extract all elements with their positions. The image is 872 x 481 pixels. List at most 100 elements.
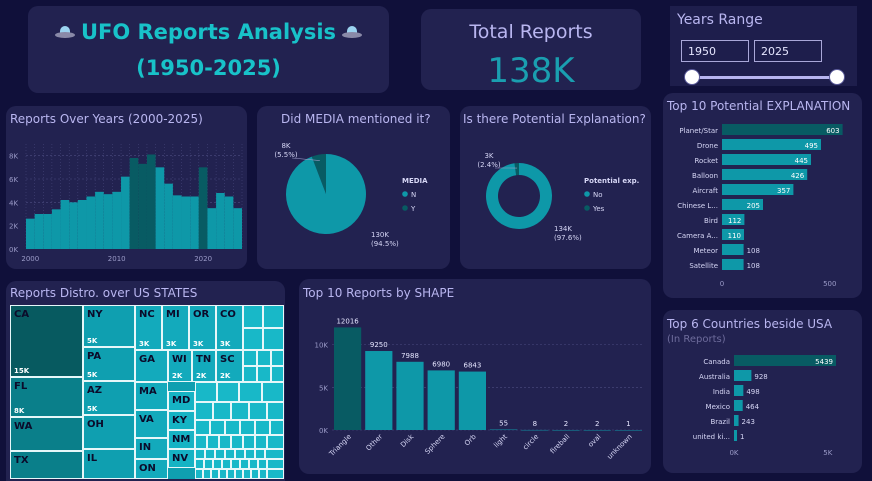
treemap-cell-small[interactable] bbox=[267, 459, 284, 469]
treemap-cell-small[interactable] bbox=[265, 449, 284, 459]
treemap-cell-small[interactable] bbox=[195, 435, 207, 449]
treemap-cell-small[interactable] bbox=[240, 420, 255, 435]
treemap-cell-small[interactable] bbox=[255, 449, 265, 459]
treemap-cell-md[interactable]: MD bbox=[168, 391, 195, 411]
treemap-cell-small[interactable] bbox=[210, 420, 225, 435]
treemap-cell-small[interactable] bbox=[271, 366, 284, 382]
treemap-cell-small[interactable] bbox=[231, 402, 249, 420]
treemap-cell-small[interactable] bbox=[195, 459, 204, 469]
bar-2014 bbox=[146, 154, 156, 249]
treemap-cell-small[interactable] bbox=[219, 469, 227, 479]
treemap-cell-small[interactable] bbox=[263, 328, 284, 350]
treemap-cell-small[interactable] bbox=[217, 382, 239, 402]
treemap-cell-small[interactable] bbox=[235, 469, 243, 479]
year-start-input[interactable]: 1950 bbox=[681, 40, 749, 62]
treemap-cell-small[interactable] bbox=[249, 459, 258, 469]
treemap-cell-nm[interactable]: NM bbox=[168, 430, 195, 449]
slider-start-handle[interactable] bbox=[684, 69, 700, 85]
treemap-cell-small[interactable] bbox=[219, 435, 231, 449]
slice-value-label: 3K bbox=[484, 152, 493, 160]
state-label: IL bbox=[87, 453, 98, 464]
treemap-cell-small[interactable] bbox=[195, 420, 210, 435]
slider-end-handle[interactable] bbox=[829, 69, 845, 85]
treemap-cell-small[interactable] bbox=[195, 449, 205, 459]
treemap-cell-or[interactable]: OR 3K bbox=[189, 305, 216, 350]
treemap-cell-mi[interactable]: MI 3K bbox=[162, 305, 189, 350]
treemap-cell-wi[interactable]: WI 2K bbox=[168, 350, 192, 382]
treemap-cell-small[interactable] bbox=[235, 449, 245, 459]
treemap-cell-small[interactable] bbox=[204, 459, 213, 469]
treemap-cell-small[interactable] bbox=[249, 402, 267, 420]
treemap-cell-small[interactable] bbox=[255, 420, 270, 435]
treemap-cell-oh[interactable]: OH bbox=[83, 415, 135, 449]
treemap-cell-va[interactable]: VA bbox=[135, 410, 168, 438]
treemap-cell-ga[interactable]: GA bbox=[135, 350, 168, 382]
treemap-cell-small[interactable] bbox=[222, 459, 231, 469]
treemap-cell-az[interactable]: AZ 5K bbox=[83, 381, 135, 415]
treemap-cell-small[interactable] bbox=[231, 435, 243, 449]
year-end-input[interactable]: 2025 bbox=[754, 40, 822, 62]
treemap-cell-small[interactable] bbox=[239, 382, 262, 402]
treemap-cell-small[interactable] bbox=[207, 435, 219, 449]
legend-label: N bbox=[411, 191, 416, 199]
treemap-cell-nc[interactable]: NC 3K bbox=[135, 305, 162, 350]
treemap-cell-small[interactable] bbox=[195, 382, 217, 402]
treemap-cell-tn[interactable]: TN 2K bbox=[192, 350, 216, 382]
treemap-cell-small[interactable] bbox=[231, 459, 240, 469]
year-slider-track[interactable] bbox=[692, 76, 837, 79]
treemap-cell-small[interactable] bbox=[215, 449, 225, 459]
treemap-cell-small[interactable] bbox=[243, 350, 257, 366]
treemap-cell-small[interactable] bbox=[225, 420, 240, 435]
treemap-cell-small[interactable] bbox=[267, 469, 284, 479]
bar-Triangle bbox=[334, 327, 362, 430]
treemap-cell-small[interactable] bbox=[243, 469, 251, 479]
treemap-cell-fl[interactable]: FL 8K bbox=[10, 377, 83, 417]
treemap-cell-small[interactable] bbox=[245, 449, 255, 459]
treemap-cell-tx[interactable]: TX bbox=[10, 451, 83, 479]
treemap-cell-pa[interactable]: PA 5K bbox=[83, 347, 135, 381]
treemap-cell-small[interactable] bbox=[195, 469, 203, 479]
value-label: 5439 bbox=[815, 358, 833, 366]
treemap-cell-nv[interactable]: NV bbox=[168, 449, 195, 468]
treemap-cell-small[interactable] bbox=[205, 449, 215, 459]
treemap-cell-ca[interactable]: CA 15K bbox=[10, 305, 83, 377]
bar-2013 bbox=[138, 163, 147, 249]
state-label: KY bbox=[172, 415, 187, 426]
treemap-cell-co[interactable]: CO 3K bbox=[216, 305, 243, 350]
treemap-cell-ky[interactable]: KY bbox=[168, 411, 195, 430]
treemap-cell-small[interactable] bbox=[257, 366, 271, 382]
treemap-cell-small[interactable] bbox=[243, 435, 255, 449]
treemap-cell-on[interactable]: ON bbox=[135, 459, 168, 479]
treemap-cell-small[interactable] bbox=[259, 469, 267, 479]
treemap-cell-small[interactable] bbox=[257, 350, 271, 366]
treemap-cell-small[interactable] bbox=[255, 435, 267, 449]
treemap-cell-small[interactable] bbox=[211, 469, 219, 479]
treemap-cell-small[interactable] bbox=[213, 402, 231, 420]
treemap-cell-small[interactable] bbox=[225, 449, 235, 459]
treemap-cell-small[interactable] bbox=[227, 469, 235, 479]
treemap-cell-ny[interactable]: NY 5K bbox=[83, 305, 135, 347]
treemap-cell-small[interactable] bbox=[251, 469, 259, 479]
treemap-cell-small[interactable] bbox=[243, 366, 257, 382]
treemap-cell-small[interactable] bbox=[258, 459, 267, 469]
category-label: Sphere bbox=[424, 433, 447, 456]
treemap-cell-small[interactable] bbox=[203, 469, 211, 479]
bar-2022 bbox=[216, 193, 225, 249]
category-label: Drone bbox=[697, 142, 718, 150]
treemap-cell-small[interactable] bbox=[262, 382, 284, 402]
treemap-cell-il[interactable]: IL bbox=[83, 449, 135, 479]
treemap-cell-small[interactable] bbox=[243, 305, 263, 328]
treemap-cell-small[interactable] bbox=[263, 305, 284, 328]
treemap-cell-small[interactable] bbox=[270, 420, 284, 435]
treemap-cell-wa[interactable]: WA bbox=[10, 417, 83, 451]
treemap-cell-in[interactable]: IN bbox=[135, 438, 168, 459]
treemap-cell-small[interactable] bbox=[267, 402, 284, 420]
treemap-cell-ma[interactable]: MA bbox=[135, 382, 168, 410]
treemap-cell-sc[interactable]: SC 2K bbox=[216, 350, 243, 382]
treemap-cell-small[interactable] bbox=[240, 459, 249, 469]
treemap-cell-small[interactable] bbox=[243, 328, 263, 350]
treemap-cell-small[interactable] bbox=[271, 350, 284, 366]
treemap-cell-small[interactable] bbox=[195, 402, 213, 420]
treemap-cell-small[interactable] bbox=[213, 459, 222, 469]
treemap-cell-small[interactable] bbox=[267, 435, 284, 449]
